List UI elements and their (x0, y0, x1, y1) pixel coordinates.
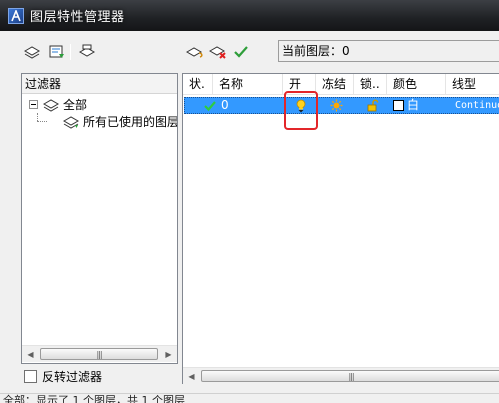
layer-states-icon (78, 44, 96, 57)
scroll-left-arrow-icon[interactable]: ◀ (183, 368, 200, 384)
column-header-color[interactable]: 颜色 (387, 74, 446, 95)
annotation-highlight-box (284, 91, 318, 130)
new-group-filter-button[interactable] (47, 43, 67, 61)
tree-connector (37, 113, 38, 121)
status-cell[interactable] (203, 98, 217, 113)
tree-connector (37, 121, 47, 122)
column-header-status[interactable]: 状. (183, 74, 213, 95)
scrollbar-thumb[interactable]: ||| (201, 370, 499, 382)
column-header-freeze[interactable]: 冻结 (316, 74, 354, 95)
new-layer-button[interactable] (185, 43, 205, 61)
filter-tree-label: 所有已使用的图层 (83, 115, 177, 129)
unlocked-padlock-icon (367, 99, 379, 112)
color-name: 白 (407, 98, 420, 112)
column-header-name[interactable]: 名称 (213, 74, 283, 95)
invert-filter-option[interactable]: 反转过滤器 (24, 368, 102, 384)
current-layer-label: 当前图层： (282, 44, 343, 58)
used-layers-filter-icon (62, 115, 80, 129)
current-layer-value: 0 (342, 44, 350, 58)
delete-layer-icon (208, 46, 226, 59)
filter-panel-horizontal-scrollbar[interactable]: ◀ ||| ▶ (22, 345, 177, 362)
new-property-filter-button[interactable] (22, 43, 42, 61)
window-title: 图层特性管理器 (30, 10, 125, 25)
filter-panel-header: 过滤器 (22, 74, 177, 94)
column-header-linetype[interactable]: 线型 (446, 74, 499, 95)
sun-thaw-icon (330, 99, 343, 112)
current-layer-display: 当前图层：0 (278, 40, 499, 62)
set-current-button[interactable] (231, 43, 251, 61)
color-cell[interactable]: 白 (393, 98, 443, 113)
new-layer-icon (185, 47, 203, 58)
layer-properties-manager-window: 图层特性管理器 当前图层：0 过滤器 全部 所有已使用的图层 ◀ ||| ▶ 反… (0, 0, 499, 403)
status-text: 全部：显示了 1 个图层，共 1 个图层 (3, 394, 185, 403)
layer-grid-horizontal-scrollbar[interactable]: ◀ ||| (183, 367, 499, 384)
app-icon (8, 7, 24, 24)
scroll-left-arrow-icon[interactable]: ◀ (22, 346, 39, 362)
freeze-cell[interactable] (330, 98, 344, 113)
group-filter-icon (49, 45, 64, 58)
toolbar-separator (70, 44, 71, 60)
current-layer-check-icon (204, 100, 216, 111)
layer-filter-icon (23, 46, 41, 59)
title-bar[interactable]: 图层特性管理器 (0, 0, 499, 31)
lock-cell[interactable] (367, 98, 381, 113)
invert-filter-label: 反转过滤器 (42, 369, 103, 384)
column-header-lock[interactable]: 锁.. (354, 74, 387, 95)
filter-tree-item-used-layers[interactable]: 所有已使用的图层 (62, 113, 177, 130)
delete-layer-button[interactable] (208, 43, 228, 61)
invert-filter-checkbox[interactable] (24, 369, 37, 383)
layer-list-panel: 状. 名称 开 冻结 锁.. 颜色 线型 0 白 Continu (182, 73, 499, 384)
layer-grid-header: 状. 名称 开 冻结 锁.. 颜色 线型 (183, 74, 499, 95)
filter-tree-item-all[interactable]: 全部 (29, 96, 87, 113)
linetype-cell[interactable]: Continuous (455, 98, 499, 113)
layer-name-cell[interactable]: 0 (221, 98, 281, 113)
color-swatch (393, 100, 404, 111)
checkmark-icon (234, 46, 248, 58)
status-bar: 全部：显示了 1 个图层，共 1 个图层 (0, 393, 499, 403)
layer-stack-icon (42, 98, 60, 112)
scrollbar-thumb[interactable]: ||| (40, 348, 158, 360)
layer-states-manager-button[interactable] (77, 43, 97, 61)
layer-row[interactable]: 0 白 Continu (184, 97, 499, 114)
toolbar: 当前图层：0 (0, 31, 499, 71)
scroll-right-arrow-icon[interactable]: ▶ (160, 346, 177, 362)
filter-tree-label: 全部 (63, 98, 88, 112)
collapse-expander-icon[interactable] (29, 100, 38, 109)
